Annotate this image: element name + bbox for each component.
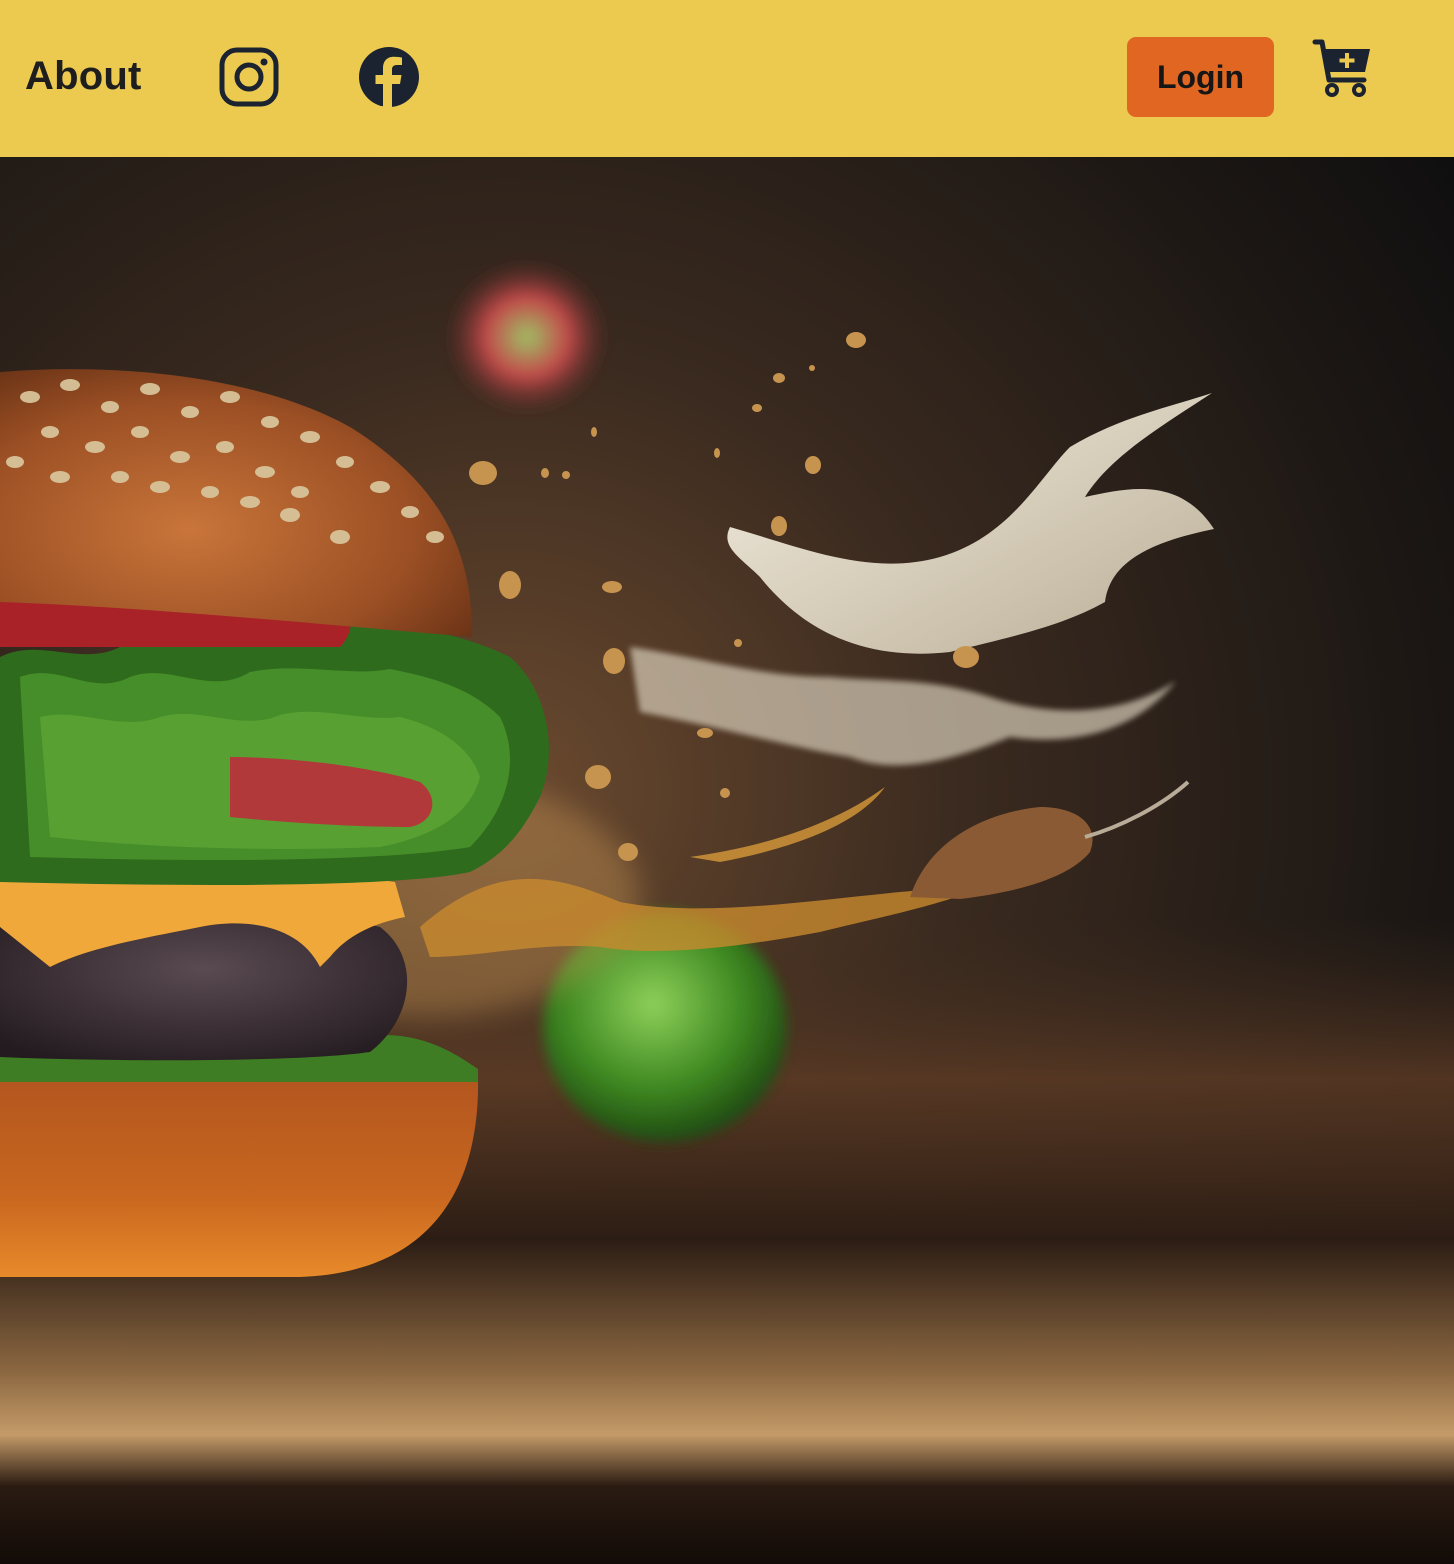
- navbar: About Login: [0, 0, 1454, 157]
- add-to-cart-icon[interactable]: [1312, 38, 1374, 100]
- login-button[interactable]: Login: [1127, 37, 1274, 117]
- hero-image: [0, 157, 1454, 1564]
- instagram-icon[interactable]: [219, 47, 279, 107]
- burger-explosion-photo: [0, 157, 1454, 1564]
- facebook-icon[interactable]: [359, 47, 419, 107]
- about-link[interactable]: About: [25, 54, 142, 99]
